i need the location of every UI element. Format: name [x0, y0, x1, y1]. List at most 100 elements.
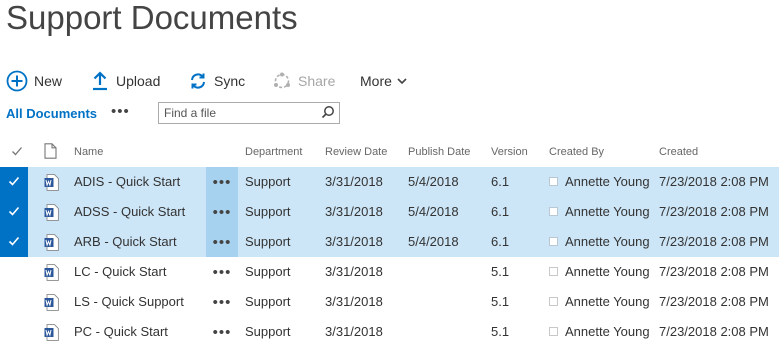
review-date-cell: 3/31/2018	[325, 294, 383, 309]
presence-indicator	[549, 177, 558, 186]
column-header-row: Name Department Review Date Publish Date…	[0, 142, 779, 164]
created-cell: 7/23/2018 2:08 PM	[659, 324, 769, 339]
document-name-link[interactable]: PC - Quick Start	[74, 324, 168, 339]
created-by-cell[interactable]: Annette Young	[549, 204, 650, 219]
created-by-cell[interactable]: Annette Young	[549, 174, 650, 189]
share-button[interactable]: Share	[273, 64, 335, 98]
version-cell: 5.1	[491, 324, 510, 339]
document-name-link[interactable]: ARB - Quick Start	[74, 234, 177, 249]
table-row[interactable]: ADIS - Quick Start ••• Support 3/31/2018…	[0, 167, 779, 197]
word-document-icon	[44, 174, 59, 194]
sync-button[interactable]: Sync	[189, 64, 245, 98]
upload-button[interactable]: Upload	[92, 64, 160, 98]
new-button[interactable]: New	[6, 64, 62, 98]
search-box	[158, 102, 340, 124]
created-by-cell[interactable]: Annette Young	[549, 234, 650, 249]
page-title: Support Documents	[6, 0, 298, 36]
row-more-button[interactable]: •••	[206, 227, 238, 257]
table-row[interactable]: LC - Quick Start ••• Support 3/31/2018 5…	[0, 257, 779, 287]
row-select-checkbox[interactable]	[0, 287, 28, 317]
presence-indicator	[549, 327, 558, 336]
column-header-name[interactable]: Name	[74, 146, 103, 158]
created-by-cell[interactable]: Annette Young	[549, 294, 650, 309]
document-name-link[interactable]: ADIS - Quick Start	[74, 174, 180, 189]
review-date-cell: 3/31/2018	[325, 204, 383, 219]
created-cell: 7/23/2018 2:08 PM	[659, 294, 769, 309]
table-row[interactable]: ADSS - Quick Start ••• Support 3/31/2018…	[0, 197, 779, 227]
column-header-publish-date[interactable]: Publish Date	[408, 146, 470, 158]
row-select-checkbox[interactable]	[0, 227, 28, 257]
created-by-name: Annette Young	[565, 324, 650, 339]
word-document-icon	[44, 204, 59, 224]
table-row[interactable]: PC - Quick Start ••• Support 3/31/2018 5…	[0, 317, 779, 347]
row-select-checkbox[interactable]	[0, 197, 28, 227]
view-bar: All Documents •••	[0, 100, 779, 130]
created-cell: 7/23/2018 2:08 PM	[659, 174, 769, 189]
presence-indicator	[549, 267, 558, 276]
document-name-link[interactable]: LC - Quick Start	[74, 264, 166, 279]
document-name-link[interactable]: LS - Quick Support	[74, 294, 184, 309]
review-date-cell: 3/31/2018	[325, 174, 383, 189]
version-cell: 6.1	[491, 174, 510, 189]
more-menu-button[interactable]: More	[360, 64, 407, 98]
created-by-name: Annette Young	[565, 264, 650, 279]
presence-indicator	[549, 297, 558, 306]
table-row[interactable]: ARB - Quick Start ••• Support 3/31/2018 …	[0, 227, 779, 257]
created-by-cell[interactable]: Annette Young	[549, 324, 650, 339]
share-label: Share	[298, 73, 336, 89]
column-header-department[interactable]: Department	[245, 146, 302, 158]
upload-arrow-icon	[92, 71, 108, 91]
search-icon[interactable]	[321, 105, 335, 124]
department-cell: Support	[245, 264, 291, 279]
publish-date-cell: 5/4/2018	[408, 174, 459, 189]
sync-label: Sync	[214, 73, 246, 89]
row-select-checkbox[interactable]	[0, 257, 28, 287]
upload-label: Upload	[116, 73, 161, 89]
row-more-button[interactable]: •••	[206, 317, 238, 347]
row-more-button[interactable]: •••	[206, 287, 238, 317]
plus-circle-icon	[6, 70, 28, 92]
table-row[interactable]: LS - Quick Support ••• Support 3/31/2018…	[0, 287, 779, 317]
column-header-version[interactable]: Version	[491, 146, 528, 158]
row-select-checkbox[interactable]	[0, 167, 28, 197]
version-cell: 5.1	[491, 294, 510, 309]
row-more-button[interactable]: •••	[206, 257, 238, 287]
view-more-button[interactable]: •••	[111, 103, 130, 120]
created-by-cell[interactable]: Annette Young	[549, 264, 650, 279]
publish-date-cell: 5/4/2018	[408, 234, 459, 249]
word-document-icon	[44, 294, 59, 314]
row-more-button[interactable]: •••	[206, 167, 238, 197]
review-date-cell: 3/31/2018	[325, 234, 383, 249]
review-date-cell: 3/31/2018	[325, 324, 383, 339]
column-header-created[interactable]: Created	[659, 146, 698, 158]
column-header-created-by[interactable]: Created By	[549, 146, 604, 158]
new-label: New	[34, 73, 63, 89]
word-document-icon	[44, 324, 59, 344]
created-cell: 7/23/2018 2:08 PM	[659, 204, 769, 219]
department-cell: Support	[245, 294, 291, 309]
row-more-button[interactable]: •••	[206, 197, 238, 227]
presence-indicator	[549, 207, 558, 216]
publish-date-cell: 5/4/2018	[408, 204, 459, 219]
version-cell: 5.1	[491, 264, 510, 279]
search-input[interactable]	[164, 104, 314, 122]
select-all-checkmark-icon[interactable]	[11, 145, 23, 160]
row-select-checkbox[interactable]	[0, 317, 28, 347]
view-all-documents[interactable]: All Documents	[6, 106, 97, 121]
column-header-review-date[interactable]: Review Date	[325, 146, 387, 158]
checkmark-icon	[8, 235, 20, 250]
document-name-link[interactable]: ADSS - Quick Start	[74, 204, 185, 219]
created-by-name: Annette Young	[565, 234, 650, 249]
review-date-cell: 3/31/2018	[325, 264, 383, 279]
document-list: ADIS - Quick Start ••• Support 3/31/2018…	[0, 167, 779, 347]
sync-icon	[189, 72, 207, 90]
chevron-down-icon	[397, 77, 407, 85]
file-type-header-icon[interactable]	[44, 143, 57, 162]
created-by-name: Annette Young	[565, 294, 650, 309]
command-bar: New Upload Sync Share More	[0, 64, 779, 98]
created-cell: 7/23/2018 2:08 PM	[659, 234, 769, 249]
department-cell: Support	[245, 234, 291, 249]
word-document-icon	[44, 264, 59, 284]
created-cell: 7/23/2018 2:08 PM	[659, 264, 769, 279]
created-by-name: Annette Young	[565, 204, 650, 219]
